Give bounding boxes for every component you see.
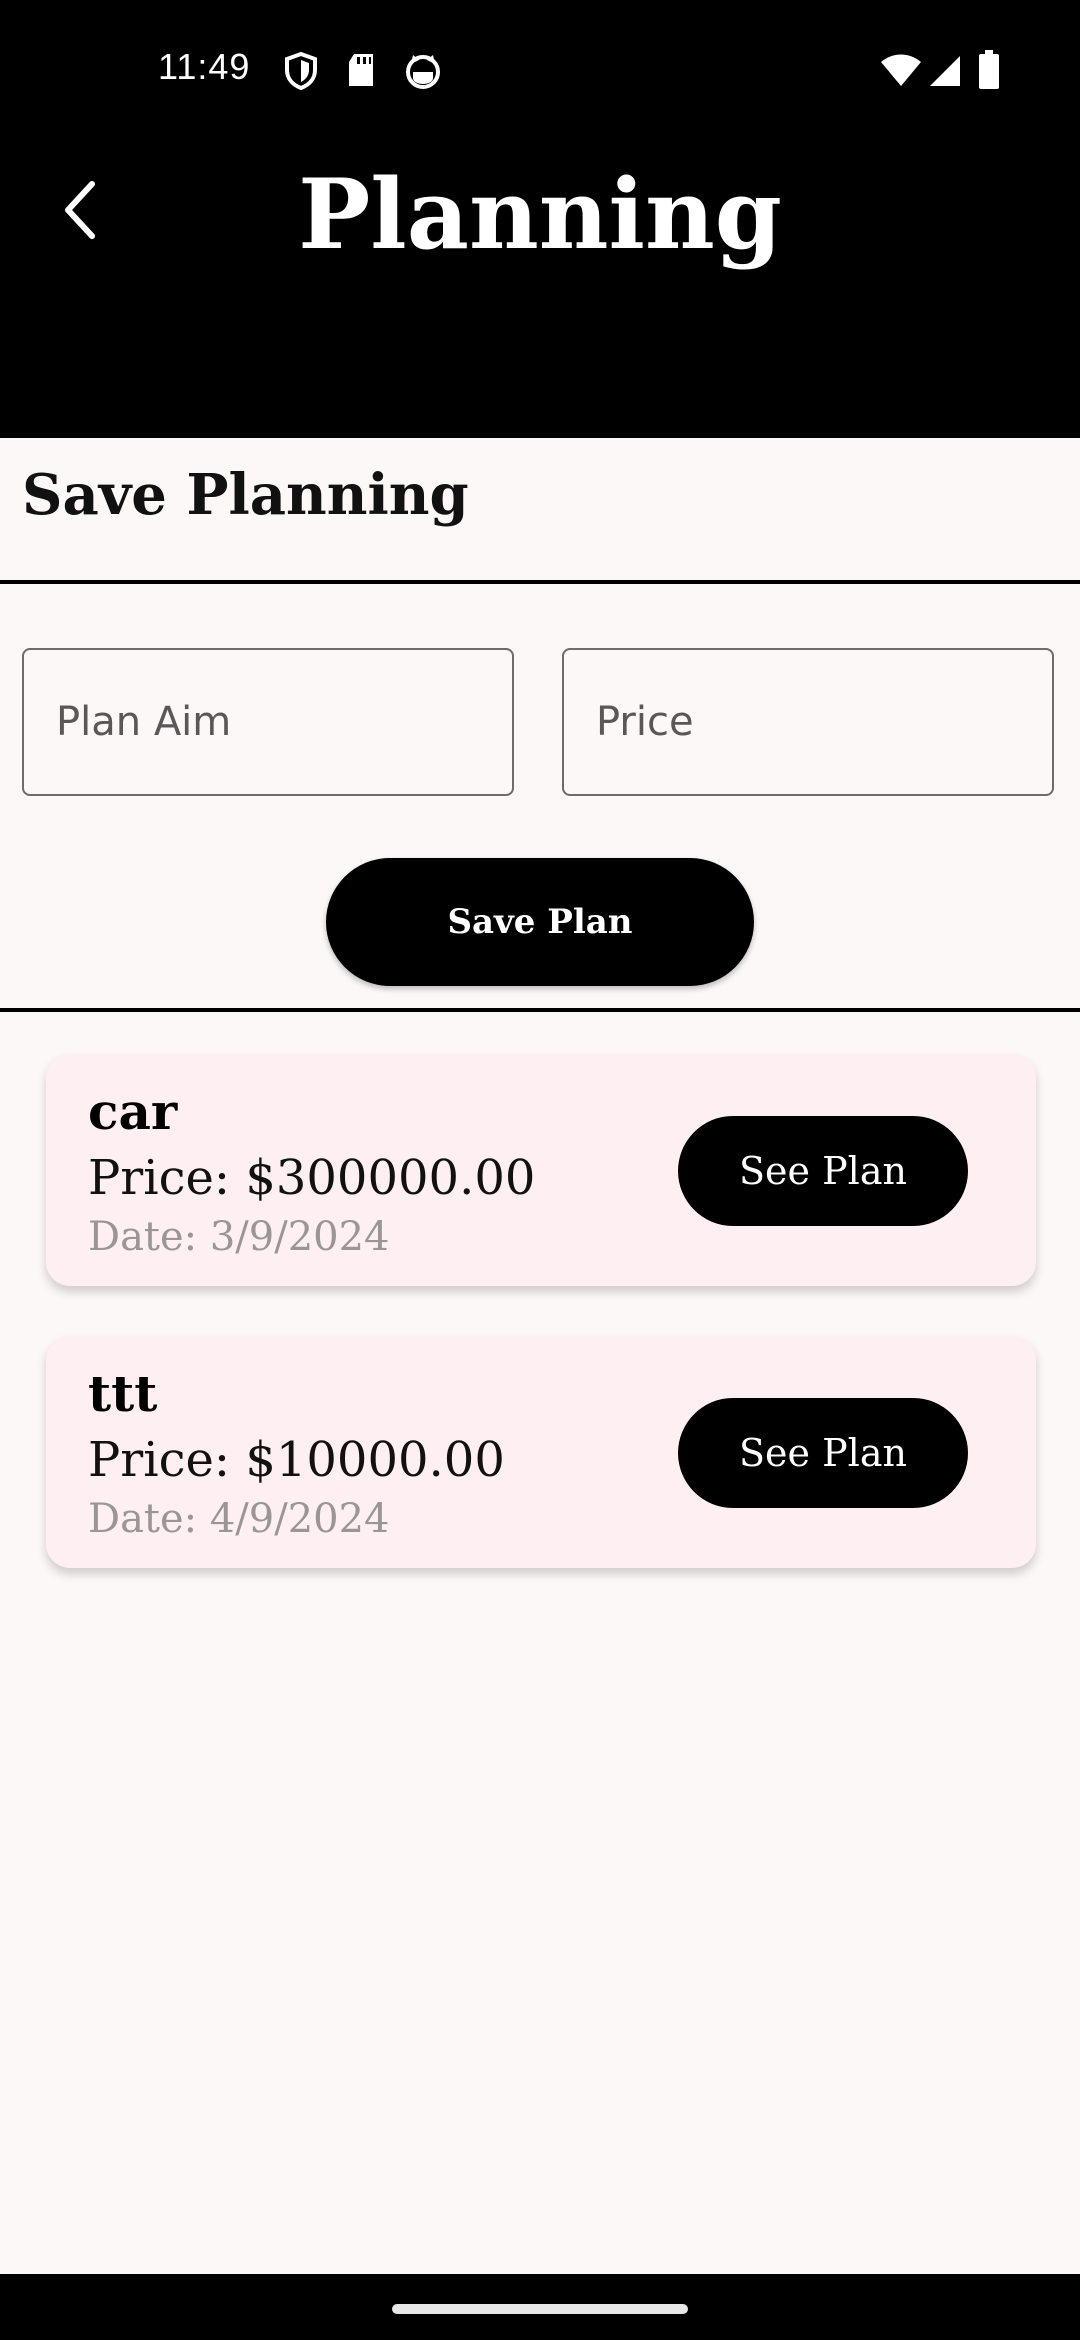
plan-name: ttt [88, 1364, 158, 1423]
save-plan-button[interactable]: Save Plan [326, 858, 754, 986]
navigation-bar [0, 2274, 1080, 2340]
wifi-icon [881, 54, 921, 86]
form-divider [0, 1008, 1080, 1012]
price-input[interactable] [562, 648, 1054, 796]
plan-card: car Price: $300000.00 Date: 3/9/2024 See… [46, 1054, 1036, 1286]
status-bar: 11:49 [0, 0, 1080, 140]
plan-card: ttt Price: $10000.00 Date: 4/9/2024 See … [46, 1336, 1036, 1568]
page-title: Planning [298, 158, 782, 271]
section-title: Save Planning [22, 462, 469, 528]
section-divider [0, 580, 1080, 584]
sd-card-icon [349, 54, 373, 86]
plan-price: Price: $10000.00 [88, 1432, 505, 1488]
app-header: 11:49 Planning [0, 0, 1080, 438]
home-indicator[interactable] [392, 2304, 688, 2314]
plan-date: Date: 4/9/2024 [88, 1496, 390, 1542]
status-time: 11:49 [158, 46, 251, 87]
cell-signal-icon [930, 56, 960, 86]
plan-name: car [88, 1082, 178, 1141]
cat-face-icon [406, 55, 440, 89]
plan-price: Price: $300000.00 [88, 1150, 536, 1206]
plan-date: Date: 3/9/2024 [88, 1214, 390, 1260]
shield-icon [285, 52, 317, 90]
plan-aim-input[interactable] [22, 648, 514, 796]
see-plan-button[interactable]: See Plan [678, 1116, 968, 1226]
main-content: Save Planning Save Plan car Price: $3000… [0, 438, 1080, 2274]
see-plan-button[interactable]: See Plan [678, 1398, 968, 1508]
battery-icon [979, 50, 999, 89]
